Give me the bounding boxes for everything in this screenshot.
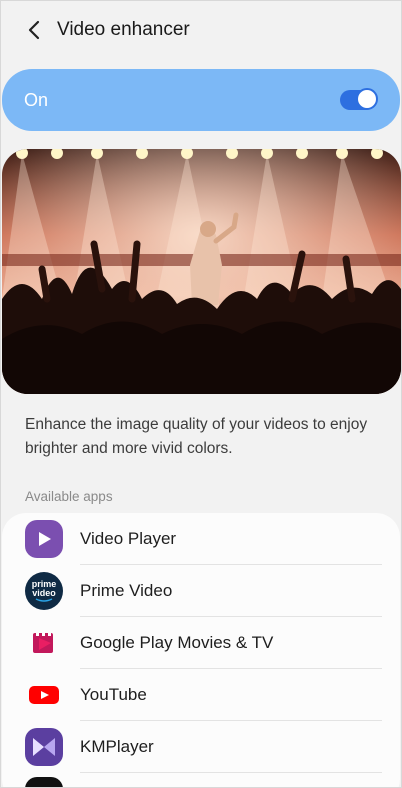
list-item-kmplayer[interactable]: KMPlayer (2, 721, 400, 773)
master-toggle-bar[interactable]: On (2, 69, 400, 131)
page-title: Video enhancer (57, 19, 190, 40)
list-item-youtube[interactable]: YouTube (2, 669, 400, 721)
app-name: KMPlayer (80, 737, 154, 756)
apps-list: Video Player prime video Prime Video Goo… (2, 513, 400, 787)
app-name: Video Player (80, 529, 177, 548)
available-apps-heading: Available apps (25, 489, 113, 504)
switch-knob (356, 88, 378, 110)
kmplayer-icon (25, 728, 63, 766)
youtube-icon (25, 676, 63, 714)
list-item-google-play-movies[interactable]: Google Play Movies & TV (2, 617, 400, 669)
app-name: Google Play Movies & TV (80, 633, 274, 652)
list-item-partial[interactable] (2, 773, 400, 787)
partial-app-icon (25, 777, 63, 787)
play-movies-icon (25, 624, 63, 662)
toggle-label: On (24, 89, 49, 110)
back-button[interactable] (23, 19, 45, 41)
enable-switch[interactable] (340, 88, 378, 110)
list-item-video-player[interactable]: Video Player (2, 513, 400, 565)
concert-illustration (2, 149, 401, 394)
app-bar: Video enhancer (1, 1, 401, 59)
video-icon-text: video (32, 587, 56, 598)
app-name: YouTube (80, 685, 147, 704)
video-player-icon (25, 520, 63, 558)
list-item-prime-video[interactable]: prime video Prime Video (2, 565, 400, 617)
back-arrow-icon (28, 20, 40, 40)
feature-description: Enhance the image quality of your videos… (25, 416, 368, 457)
app-name: Prime Video (80, 581, 173, 600)
video-enhancer-screen: Video enhancer On Enhance the image qual… (0, 0, 402, 788)
hero-image-concert-crowd (2, 149, 401, 394)
prime-video-icon: prime video (25, 572, 63, 610)
